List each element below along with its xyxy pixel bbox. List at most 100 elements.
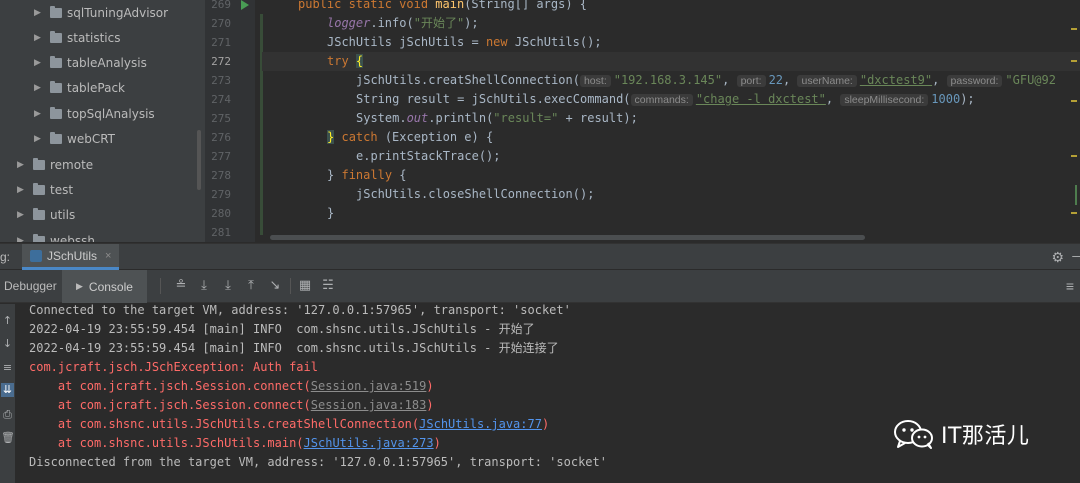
tree-item-label: utils	[50, 208, 76, 222]
code-line-270[interactable]: logger.info("开始了");	[327, 14, 479, 33]
close-icon[interactable]: ×	[105, 250, 111, 262]
print-icon[interactable]: ⎙	[1, 408, 14, 422]
code-line-269[interactable]: public static void main(String[] args) {	[298, 0, 587, 14]
folder-icon	[50, 132, 62, 144]
tree-item-label: statistics	[67, 31, 121, 45]
vcs-change-marker[interactable]	[260, 14, 263, 235]
chevron-right-icon[interactable]: ▶	[34, 83, 44, 93]
editor-horizontal-scrollbar[interactable]	[270, 235, 865, 240]
chevron-right-icon[interactable]: ▶	[17, 160, 27, 170]
code-line-271[interactable]: JSchUtils jSchUtils = new JSchUtils();	[327, 33, 602, 52]
stack-trace-line: at com.shsnc.utils.JSchUtils.main(JSchUt…	[29, 436, 441, 450]
code-line-272[interactable]: try {	[327, 52, 364, 71]
line-number: 276	[211, 131, 231, 144]
stack-trace-line: at com.shsnc.utils.JSchUtils.creatShellC…	[29, 417, 550, 431]
run-gutter-icon[interactable]	[241, 0, 249, 10]
param-hint: sleepMillisecond:	[840, 94, 929, 106]
tab-debugger[interactable]: Debugger	[4, 279, 57, 293]
tree-item-remote[interactable]: ▶ remote	[17, 154, 93, 176]
stack-trace-line: at com.jcraft.jsch.Session.connect(Sessi…	[29, 398, 434, 412]
tree-item-webssh[interactable]: ▶ webssh	[17, 230, 95, 242]
console-icon: ▶	[76, 281, 83, 291]
chevron-right-icon[interactable]: ▶	[17, 210, 27, 220]
tab-label: Console	[88, 279, 133, 294]
stack-trace-link[interactable]: Session.java:183	[311, 398, 427, 412]
code-editor[interactable]: 269 270 271 272 273 274 275 276 277 278 …	[205, 0, 1080, 242]
console-error-line: com.jcraft.jsch.JSchException: Auth fail	[29, 360, 318, 374]
code-line-275[interactable]: System.out.println("result=" + result);	[356, 109, 638, 128]
watermark-text: IT那活儿	[941, 424, 1030, 449]
tree-item-label: test	[50, 183, 74, 197]
line-number: 270	[211, 17, 231, 30]
code-line-280[interactable]: }	[327, 204, 334, 223]
line-number: 281	[211, 226, 231, 239]
tree-item-utils[interactable]: ▶ utils	[17, 204, 75, 226]
java-class-icon	[30, 249, 42, 262]
chevron-right-icon[interactable]: ▶	[34, 134, 44, 144]
show-execution-point-icon[interactable]: ≗	[173, 278, 189, 294]
stack-trace-link[interactable]: JSchUtils.java:273	[304, 436, 434, 450]
code-line-273[interactable]: jSchUtils.creatShellConnection(host: "192…	[356, 71, 1056, 91]
minimize-icon[interactable]: –	[1072, 247, 1080, 263]
tab-jschutils[interactable]: JSchUtils ×	[22, 244, 120, 270]
chevron-right-icon[interactable]: ▶	[34, 109, 44, 119]
tree-item-label: topSqlAnalysis	[67, 107, 155, 121]
code-line-276[interactable]: } catch (Exception e) {	[327, 128, 493, 147]
folder-icon	[50, 107, 62, 119]
soft-wrap-icon[interactable]: ≡	[1, 361, 14, 375]
chevron-right-icon[interactable]: ▶	[17, 185, 27, 195]
scroll-to-end-icon[interactable]: ⇊	[1, 383, 14, 397]
tree-item-sqltuningadvisor[interactable]: ▶ sqlTuningAdvisor	[34, 2, 168, 24]
line-number: 271	[211, 36, 231, 49]
debug-tool-window-header: g: JSchUtils × ⚙ –	[0, 243, 1080, 270]
step-over-icon[interactable]: ⤓	[196, 278, 212, 294]
line-number-gutter[interactable]: 269 270 271 272 273 274 275 276 277 278 …	[205, 0, 255, 242]
console-output[interactable]: Connected to the target VM, address: '12…	[15, 304, 1080, 483]
tree-item-webcrt[interactable]: ▶ webCRT	[34, 128, 115, 150]
tree-scrollbar[interactable]	[196, 0, 202, 242]
arrow-down-icon[interactable]: ↓	[1, 337, 14, 351]
step-out-icon[interactable]: ⤒	[243, 278, 259, 294]
tree-item-tableanalysis[interactable]: ▶ tableAnalysis	[34, 52, 147, 74]
arrow-up-icon[interactable]: ↑	[1, 314, 14, 328]
folder-icon	[50, 6, 62, 18]
stack-trace-link[interactable]: Session.java:519	[311, 379, 427, 393]
tree-item-label: webssh	[50, 234, 95, 242]
code-line-274[interactable]: String result = jSchUtils.execCommand(co…	[356, 90, 975, 110]
chevron-right-icon[interactable]: ▶	[34, 58, 44, 68]
step-into-icon[interactable]: ⤓	[220, 278, 236, 294]
watermark: IT那活儿	[893, 418, 1029, 450]
tree-item-test[interactable]: ▶ test	[17, 179, 73, 201]
tree-item-label: remote	[50, 158, 94, 172]
stack-trace-link[interactable]: JSchUtils.java:77	[419, 417, 542, 431]
code-line-278[interactable]: } finally {	[327, 166, 407, 185]
chevron-right-icon[interactable]: ▶	[34, 8, 44, 18]
tab-console[interactable]: ▶ Console	[62, 270, 147, 303]
tree-scrollbar-thumb[interactable]	[197, 130, 201, 190]
more-menu-icon[interactable]: ≡	[1066, 278, 1074, 294]
code-line-279[interactable]: jSchUtils.closeShellConnection();	[356, 185, 594, 204]
line-number: 280	[211, 207, 231, 220]
trace-icon[interactable]: ☵	[320, 278, 336, 294]
line-number-current: 272	[211, 55, 231, 68]
error-stripe[interactable]	[1068, 0, 1080, 242]
line-number: 269	[211, 0, 231, 11]
code-line-277[interactable]: e.printStackTrace();	[356, 147, 501, 166]
trash-icon[interactable]: 🗑	[1, 431, 15, 445]
tree-item-statistics[interactable]: ▶ statistics	[34, 27, 121, 49]
line-number: 274	[211, 93, 231, 106]
tree-item-tablepack[interactable]: ▶ tablePack	[34, 77, 125, 99]
folder-icon	[33, 183, 45, 195]
chevron-right-icon[interactable]: ▶	[34, 33, 44, 43]
folder-icon	[50, 31, 62, 43]
run-to-cursor-icon[interactable]: ↘	[267, 278, 283, 294]
chevron-right-icon[interactable]: ▶	[17, 236, 27, 242]
evaluate-expression-icon[interactable]: ▦	[297, 278, 313, 294]
param-hint: host:	[579, 75, 611, 87]
tree-item-topsqlanalysis[interactable]: ▶ topSqlAnalysis	[34, 103, 155, 125]
tool-window-title: g:	[0, 250, 11, 264]
stack-trace-line: at com.jcraft.jsch.Session.connect(Sessi…	[29, 379, 434, 393]
tree-item-label: tablePack	[67, 81, 125, 95]
gear-icon[interactable]: ⚙	[1051, 249, 1064, 266]
folder-icon	[33, 208, 45, 220]
